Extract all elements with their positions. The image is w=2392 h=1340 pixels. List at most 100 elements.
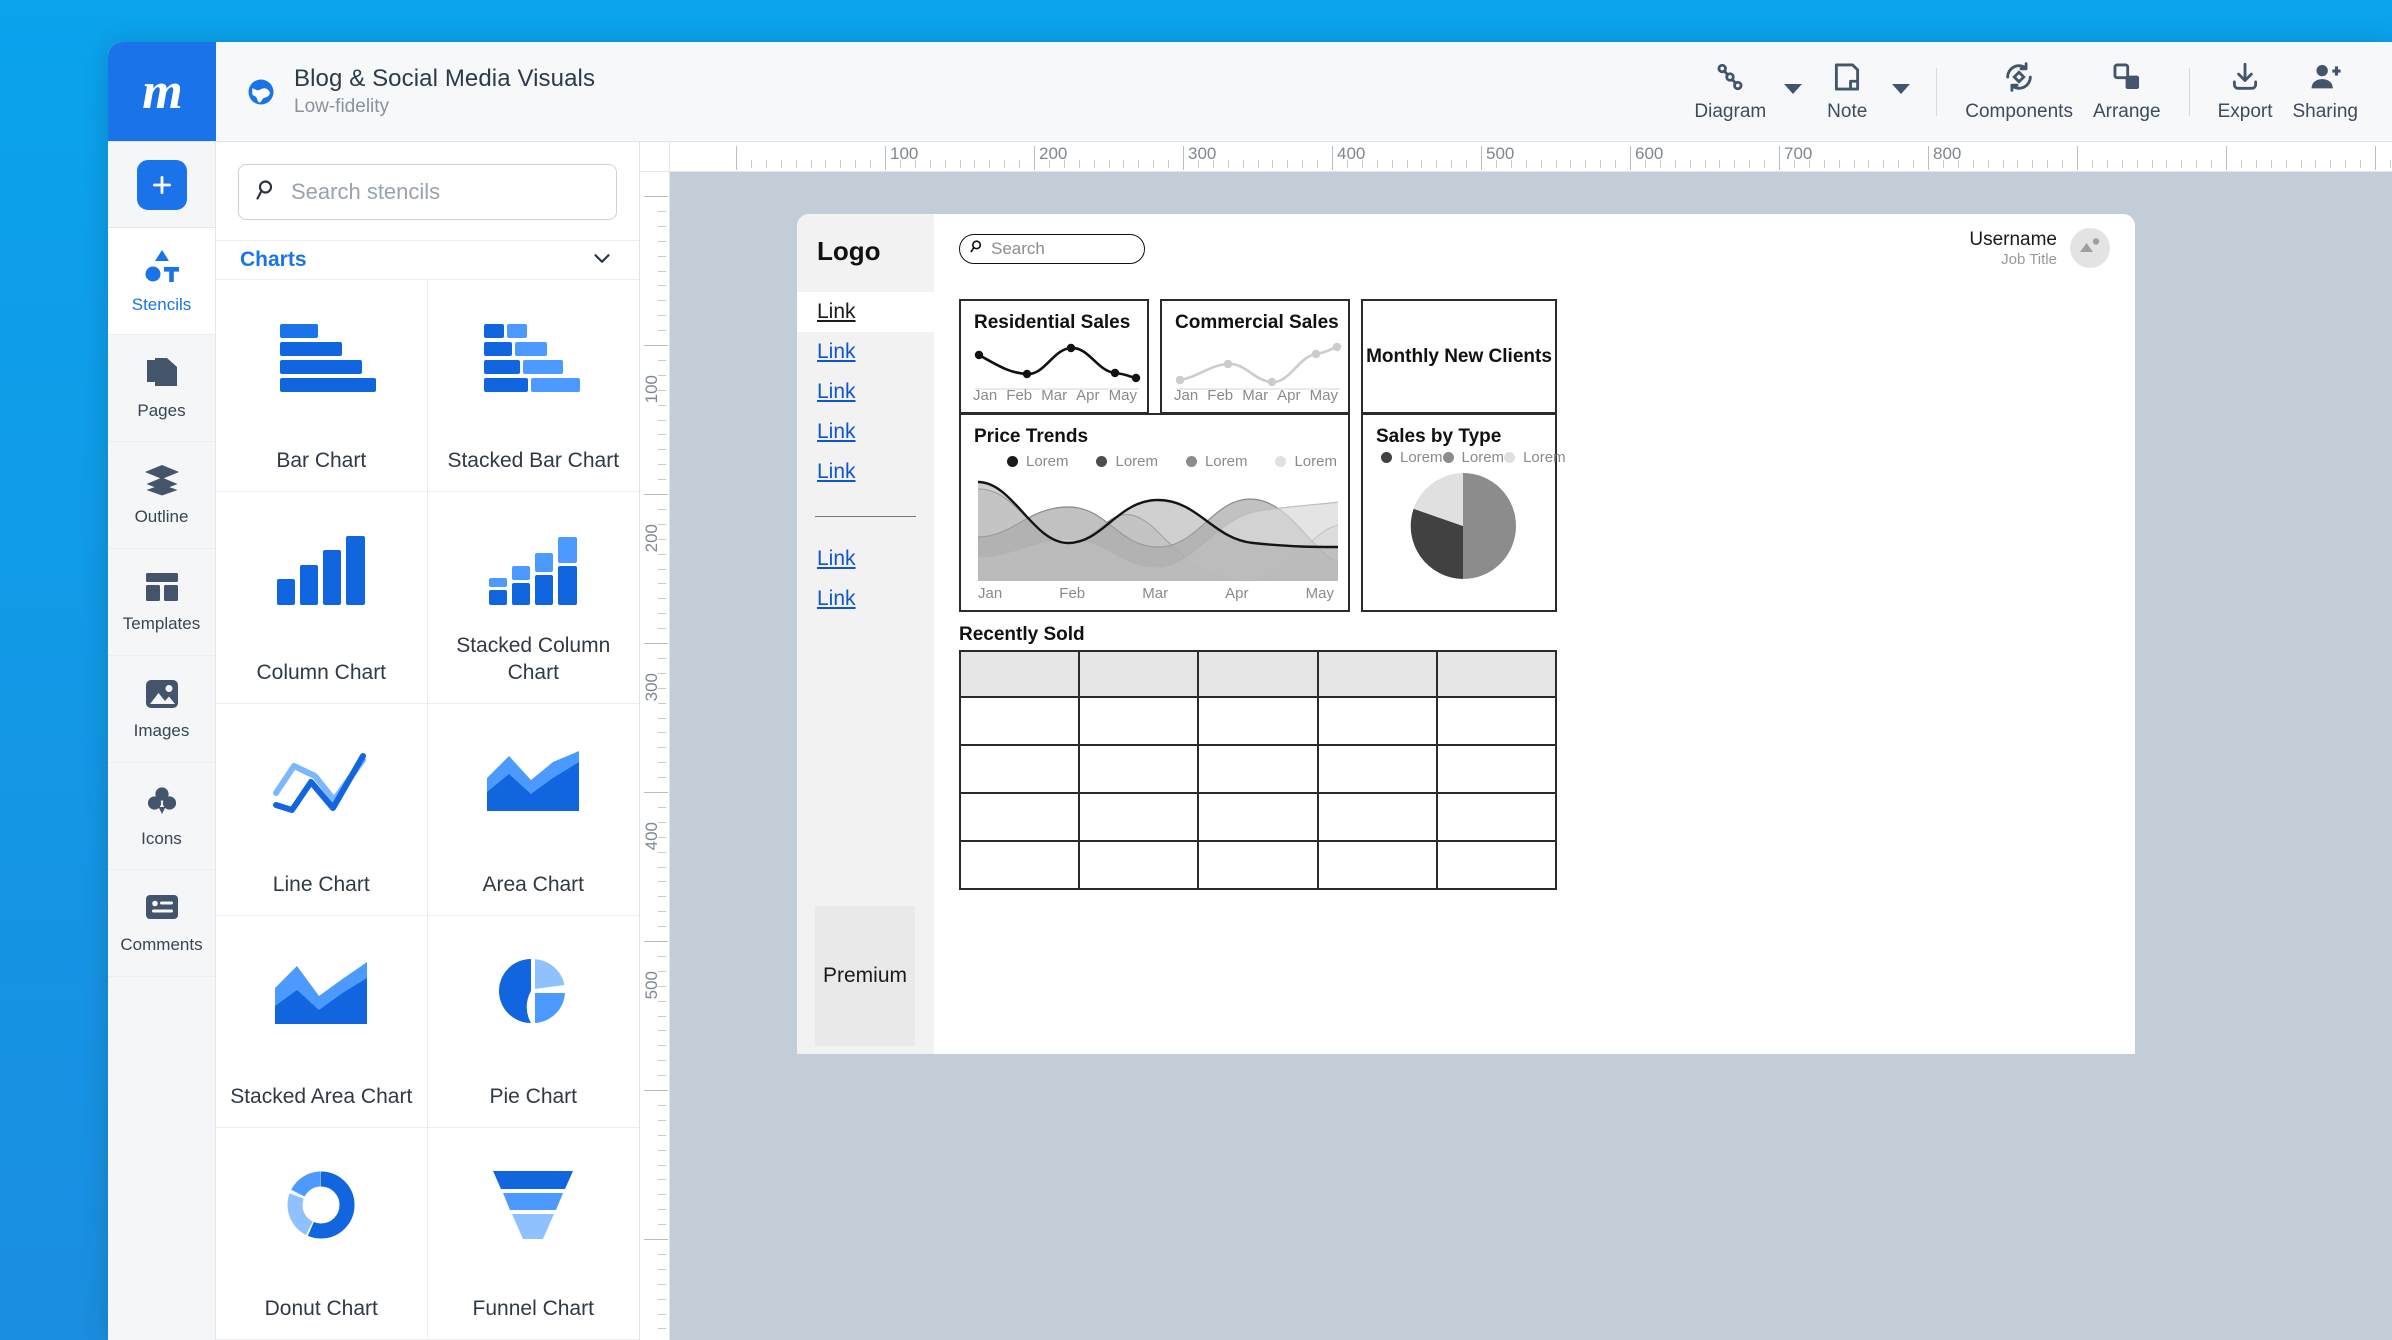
sidebar-item-images[interactable]: Images [108,656,215,763]
table-cell[interactable] [1435,696,1558,746]
legend-item[interactable]: Lorem [1275,453,1337,470]
ruler-tick [2181,160,2183,168]
card-monthly-new-clients[interactable]: Monthly New Clients [1361,299,1557,414]
globe-icon[interactable] [246,77,276,107]
legend-item[interactable]: Lorem [1442,449,1504,466]
card-residential-sales[interactable]: Residential Sales Jan Feb Mar Apr May [959,299,1149,414]
vertical-ruler[interactable]: 100 200 300 400 500 [640,172,670,1340]
diagram-dropdown-caret[interactable] [1776,42,1810,141]
toolbar-item-arrange[interactable]: Arrange [2083,42,2171,141]
wireframe-nav-link[interactable]: Link [797,539,934,579]
table-header-cell[interactable] [1435,650,1558,698]
legend-item[interactable]: Lorem [1381,449,1443,466]
card-legend: Lorem Lorem Lorem [1381,449,1566,466]
donut-chart-icon [285,1162,357,1248]
wireframe-nav-link[interactable]: Link [797,332,934,372]
table-cell[interactable] [1435,744,1558,794]
ruler-tick [1585,160,1587,168]
table-cell[interactable] [1078,696,1200,746]
search-stencils-field[interactable]: Search stencils [238,164,617,220]
ruler-tick [658,300,666,302]
stencil-item-pie-chart[interactable]: Pie Chart [427,916,639,1128]
table-cell[interactable] [1316,744,1438,794]
sidebar-item-icons[interactable]: Icons [108,763,215,870]
table-cell[interactable] [958,792,1081,842]
table-cell[interactable] [958,744,1081,794]
premium-placeholder[interactable]: Premium [815,906,915,1046]
wireframe-nav-link[interactable]: Link [797,452,934,492]
table-cell[interactable] [1197,840,1319,890]
sidebar-item-outline[interactable]: Outline [108,442,215,549]
stencil-item-line-chart[interactable]: Line Chart [216,704,428,916]
stencil-item-stacked-area-chart[interactable]: Stacked Area Chart [216,916,428,1128]
table-cell[interactable] [1078,840,1200,890]
ruler-tick [1257,160,1259,168]
stencil-item-column-chart[interactable]: Column Chart [216,492,428,704]
sidebar-item-templates[interactable]: Templates [108,549,215,656]
design-canvas[interactable]: Logo Link Link Link Link Link Link Link [670,172,2392,1340]
toolbar-item-components[interactable]: Components [1955,42,2083,141]
comments-icon [144,892,180,929]
table-cell[interactable] [1197,744,1319,794]
chevron-down-icon[interactable] [589,245,615,276]
stencil-item-stacked-column-chart[interactable]: Stacked Column Chart [427,492,639,704]
table-header-cell[interactable] [1316,650,1438,698]
legend-item[interactable]: Lorem [1185,453,1248,470]
add-button[interactable] [136,159,187,210]
ruler-tick [1838,160,1840,168]
table-cell[interactable] [1197,696,1319,746]
card-title: Price Trends [974,426,1089,447]
wireframe-artboard[interactable]: Logo Link Link Link Link Link Link Link [797,214,2135,1054]
avatar[interactable] [2070,228,2110,268]
table-cell[interactable] [1078,792,1200,842]
table-header-cell[interactable] [1078,650,1200,698]
wireframe-nav-link[interactable]: Link [797,372,934,412]
table-cell[interactable] [1435,840,1558,890]
sidebar-item-stencils[interactable]: Stencils [108,228,215,335]
table-cell[interactable] [1316,792,1438,842]
card-price-trends[interactable]: Price Trends Lorem Lorem Lorem Lorem Jan… [959,413,1350,612]
table-cell[interactable] [1316,696,1438,746]
toolbar-item-diagram[interactable]: Diagram [1684,42,1776,141]
toolbar-item-export[interactable]: Export [2208,42,2283,141]
wireframe-nav-link[interactable]: Link [797,292,934,332]
table-cell[interactable] [1078,744,1200,794]
stencil-item-donut-chart[interactable]: Donut Chart [216,1128,428,1340]
stencil-item-stacked-bar-chart[interactable]: Stacked Bar Chart [427,280,639,492]
sidebar-item-pages[interactable]: Pages [108,335,215,442]
table-cell[interactable] [1197,792,1319,842]
toolbar-item-note[interactable]: Note [1810,42,1884,141]
sidebar-item-label: Images [133,720,190,740]
app-logo[interactable]: m [108,42,216,141]
legend-item[interactable]: Lorem [1504,449,1566,466]
wireframe-user[interactable]: Username Job Title [1969,228,2110,268]
stencil-item-bar-chart[interactable]: Bar Chart [216,280,428,492]
table-header-cell[interactable] [1197,650,1319,698]
table-cell[interactable] [958,840,1081,890]
stencil-item-funnel-chart[interactable]: Funnel Chart [427,1128,639,1340]
table-cell[interactable] [1435,792,1558,842]
table-cell[interactable] [1316,840,1438,890]
wireframe-nav-link[interactable]: Link [797,412,934,452]
table-cell[interactable] [958,696,1081,746]
toolbar-item-sharing[interactable]: Sharing [2283,42,2369,141]
wireframe-username: Username [1969,228,2057,250]
recently-sold-table[interactable] [958,650,1558,890]
axis-tick: Jan [978,585,1003,602]
card-sales-by-type[interactable]: Sales by Type Lorem Lorem Lorem [1361,413,1566,612]
legend-item[interactable]: Lorem [1096,453,1158,470]
legend-item[interactable]: Lorem [1007,453,1069,470]
stencil-group-charts[interactable]: Charts [216,241,639,280]
ruler-tick [658,479,666,481]
note-dropdown-caret[interactable] [1884,42,1918,141]
wireframe-nav-link[interactable]: Link [797,579,934,619]
sidebar-item-comments[interactable]: Comments [108,870,215,977]
card-commercial-sales[interactable]: Commercial Sales Jan Feb Mar Apr May [1160,299,1350,414]
horizontal-ruler[interactable]: 100 200 300 400 500 600 700 800 [670,142,2392,172]
document-title[interactable]: Blog & Social Media Visuals [294,65,595,93]
wireframe-search-input[interactable]: Search [959,234,1145,264]
table-header-cell[interactable] [958,650,1081,698]
app-logo-letter: m [142,62,182,120]
stencil-item-area-chart[interactable]: Area Chart [427,704,639,916]
ruler-label: 400 [642,822,661,851]
